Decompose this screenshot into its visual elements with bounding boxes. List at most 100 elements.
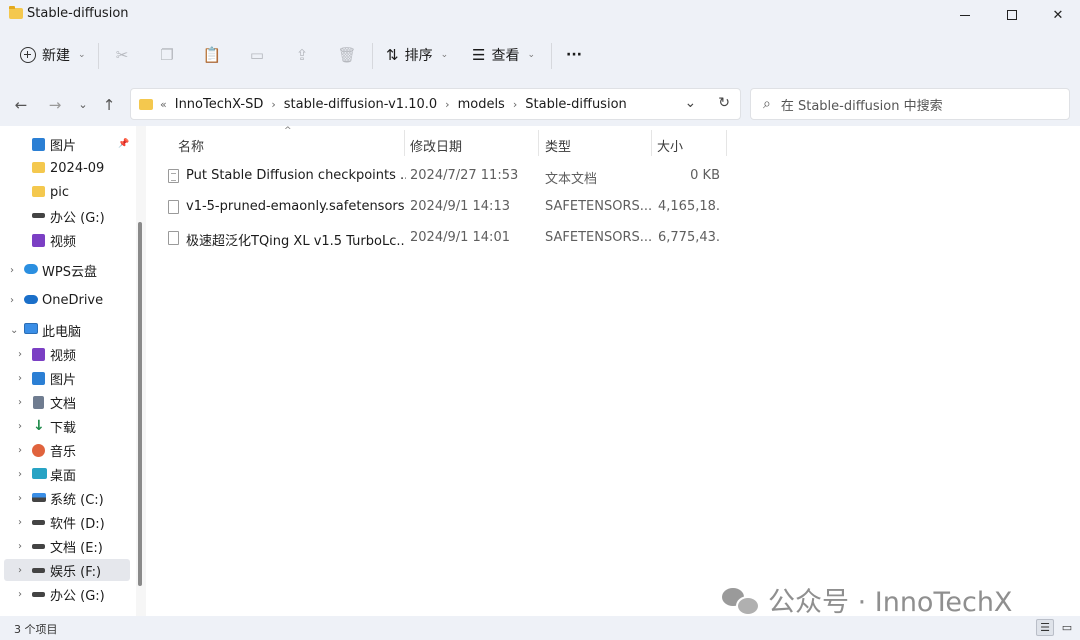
recent-locations-button[interactable]: ⌄ [72, 94, 94, 116]
sidebar-item-label: WPS云盘 [42, 264, 97, 280]
breadcrumb-item[interactable]: stable-diffusion-v1.10.0 [284, 97, 437, 112]
more-options-button[interactable]: ··· [566, 41, 582, 69]
column-divider[interactable] [651, 130, 652, 156]
column-header-modified[interactable]: 修改日期 [410, 136, 462, 155]
column-divider[interactable] [538, 130, 539, 156]
sidebar-item-pc-pictures[interactable]: › 图片 [4, 367, 130, 389]
chevron-right-icon[interactable]: › [10, 265, 14, 276]
sidebar-item-documents[interactable]: › 文档 [4, 391, 130, 413]
chevron-down-icon[interactable]: ⌄ [10, 325, 18, 336]
chevron-right-icon[interactable]: › [513, 98, 517, 111]
file-row[interactable]: v1-5-pruned-emaonly.safetensors 2024/9/1… [166, 194, 726, 220]
file-row[interactable]: 极速超泛化TQing XL v1.5 TurboLc... 2024/9/1 1… [166, 225, 726, 251]
address-bar[interactable]: « InnoTechX-SD › stable-diffusion-v1.10.… [130, 88, 741, 120]
sidebar-item-2024-09[interactable]: 2024-09 [4, 157, 130, 179]
sidebar-item-music[interactable]: › 音乐 [4, 439, 130, 461]
sidebar-item-label: 文档 (E:) [50, 540, 103, 556]
maximize-button[interactable] [989, 0, 1035, 30]
close-button[interactable]: ✕ [1035, 0, 1080, 30]
chevron-right-icon[interactable]: › [271, 98, 275, 111]
chevron-right-icon[interactable]: › [445, 98, 449, 111]
breadcrumb-item[interactable]: models [458, 97, 505, 112]
search-box[interactable]: ⌕ 在 Stable-diffusion 中搜索 [750, 88, 1070, 120]
share-icon[interactable]: ⇪ [292, 45, 312, 65]
chevron-down-icon: ⌄ [78, 50, 86, 60]
chevron-right-icon[interactable]: › [18, 589, 22, 600]
chevron-down-icon: ⌄ [527, 50, 535, 60]
file-row[interactable]: Put Stable Diffusion checkpoints ... 202… [166, 163, 726, 189]
copy-icon[interactable]: ❐ [157, 45, 177, 65]
sidebar-item-drive-e[interactable]: › 文档 (E:) [4, 535, 130, 557]
sidebar-item-drive-g2[interactable]: › 办公 (G:) [4, 583, 130, 605]
column-divider[interactable] [404, 130, 405, 156]
sidebar-item-drive-f[interactable]: › 娱乐 (F:) [4, 559, 130, 581]
view-button[interactable]: ☰ 查看 ⌄ [472, 41, 535, 69]
close-icon: ✕ [1052, 7, 1064, 23]
back-button[interactable]: ← [10, 94, 32, 116]
sidebar-item-drive-g[interactable]: 办公 (G:) [4, 205, 130, 227]
sidebar-item-desktop[interactable]: › 桌面 [4, 463, 130, 485]
text-file-icon [168, 169, 179, 183]
rename-icon[interactable]: ▭ [247, 45, 267, 65]
chevron-down-icon: ⌄ [440, 50, 449, 60]
minimize-button[interactable] [942, 0, 988, 30]
breadcrumb-item[interactable]: Stable-diffusion [525, 97, 627, 112]
chevron-right-icon[interactable]: › [18, 541, 22, 552]
sidebar-scrollbar[interactable] [136, 126, 146, 616]
breadcrumb-item[interactable]: InnoTechX-SD [175, 97, 264, 112]
chevron-right-icon[interactable]: › [18, 373, 22, 384]
drive-icon [32, 568, 45, 573]
column-header-type[interactable]: 类型 [545, 136, 571, 155]
forward-button[interactable]: → [44, 94, 66, 116]
arrow-left-icon: ← [14, 96, 28, 114]
column-header-size[interactable]: 大小 [657, 136, 683, 155]
file-type: 文本文档 [545, 172, 598, 187]
chevron-right-icon[interactable]: › [18, 565, 22, 576]
scrollbar-thumb[interactable] [138, 222, 142, 586]
file-type: SAFETENSORS... [545, 230, 653, 245]
sidebar-item-downloads[interactable]: › ↓ 下载 [4, 415, 130, 437]
sidebar-item-label: 视频 [50, 348, 77, 364]
chevron-right-icon[interactable]: › [18, 469, 22, 480]
toolbar-divider [98, 43, 99, 69]
column-header-name[interactable]: 名称 [178, 136, 204, 155]
sidebar-item-pictures[interactable]: 图片 📌 [4, 133, 130, 155]
title-bar: Stable-diffusion ✕ [0, 0, 1080, 30]
sidebar-item-label: 图片 [50, 138, 77, 154]
details-view-button[interactable]: ☰ [1036, 619, 1054, 636]
sidebar-item-drive-c[interactable]: › 系统 (C:) [4, 487, 130, 509]
refresh-icon[interactable]: ↻ [718, 95, 730, 111]
sidebar-item-pic[interactable]: pic [4, 181, 130, 203]
paste-icon[interactable]: 📋 [202, 45, 222, 65]
sidebar-item-label: 桌面 [50, 468, 77, 484]
address-dropdown-icon[interactable]: ⌄ [685, 95, 697, 111]
chevron-right-icon[interactable]: › [18, 349, 22, 360]
file-name: 极速超泛化TQing XL v1.5 TurboLc... [186, 234, 406, 249]
chevron-right-icon[interactable]: › [18, 517, 22, 528]
file-name: Put Stable Diffusion checkpoints ... [186, 168, 406, 183]
chevron-right-icon[interactable]: › [18, 397, 22, 408]
sort-button[interactable]: ⇅ 排序 ⌄ [386, 41, 448, 69]
new-button[interactable]: 新建 ⌄ [20, 41, 86, 69]
sidebar-item-wps-cloud[interactable]: › WPS云盘 [4, 259, 130, 281]
chevron-right-icon[interactable]: › [18, 421, 22, 432]
chevron-right-icon[interactable]: › [18, 493, 22, 504]
overflow-icon[interactable]: « [160, 98, 167, 111]
up-button[interactable]: ↑ [98, 94, 120, 116]
sidebar-item-videos[interactable]: 视频 [4, 229, 130, 251]
column-divider[interactable] [726, 130, 727, 156]
chevron-right-icon[interactable]: › [18, 445, 22, 456]
delete-icon[interactable]: 🗑 [337, 45, 357, 65]
tiles-view-button[interactable]: ▭ [1058, 619, 1076, 636]
chevron-right-icon[interactable]: › [10, 295, 14, 306]
sidebar-item-drive-d[interactable]: › 软件 (D:) [4, 511, 130, 533]
command-bar: 新建 ⌄ ✂ ❐ 📋 ▭ ⇪ 🗑 ⇅ 排序 ⌄ ☰ 查看 ⌄ ··· [0, 33, 1080, 77]
cut-icon[interactable]: ✂ [112, 45, 132, 65]
sidebar-item-this-pc[interactable]: ⌄ 此电脑 [4, 319, 130, 341]
file-icon [168, 231, 179, 245]
sidebar-item-pc-videos[interactable]: › 视频 [4, 343, 130, 365]
pin-icon[interactable]: 📌 [118, 139, 129, 149]
sidebar-item-label: 视频 [50, 234, 77, 250]
folder-icon [9, 6, 23, 19]
sidebar-item-onedrive[interactable]: › OneDrive [4, 289, 130, 311]
